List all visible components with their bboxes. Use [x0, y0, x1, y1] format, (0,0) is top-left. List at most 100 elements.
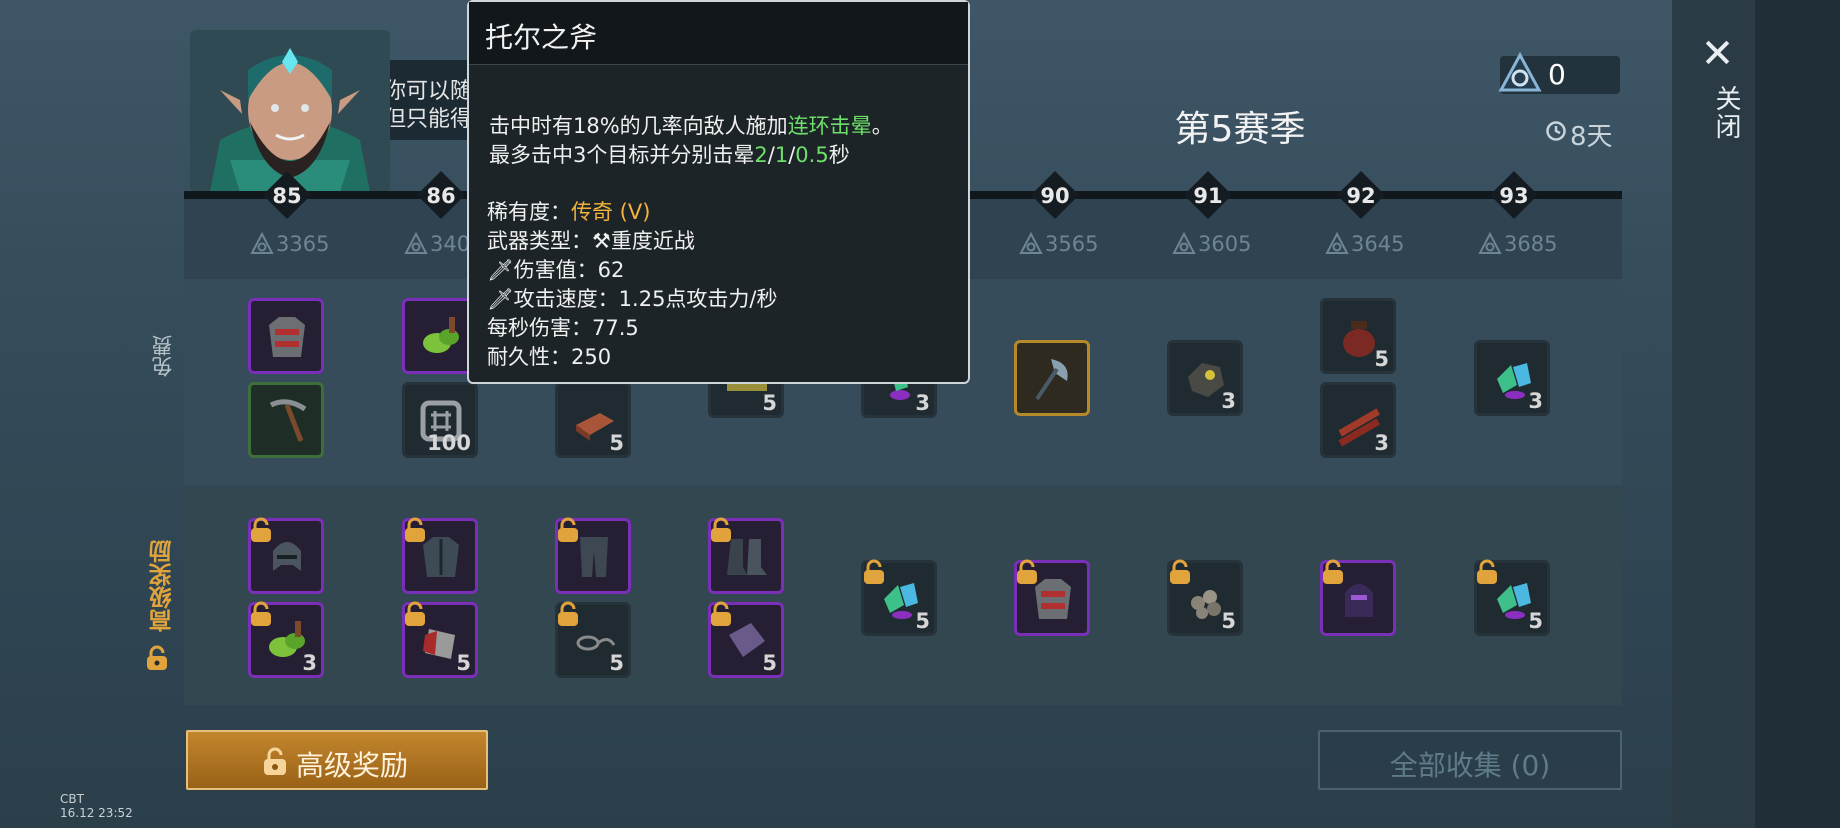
- tooltip-rarity: 稀有度：传奇 (V): [487, 196, 650, 226]
- free-row-label: 免费: [151, 335, 175, 377]
- premium-button-label: 高级奖励: [296, 749, 409, 782]
- level-cost: 3365: [276, 232, 330, 256]
- durability-value: 250: [571, 345, 612, 369]
- lock-icon: [556, 517, 580, 543]
- reward-slot[interactable]: 5: [555, 601, 631, 678]
- reward-slot[interactable]: 3: [1320, 382, 1396, 458]
- reward-slot[interactable]: 5: [708, 601, 784, 678]
- stun-duration-3: 0.5: [795, 143, 829, 167]
- reward-slot[interactable]: 3: [248, 601, 324, 678]
- hammer-icon: ⚒: [592, 229, 611, 253]
- reward-slot[interactable]: [1014, 559, 1090, 636]
- item-quantity: 5: [609, 651, 624, 675]
- item-quantity: 3: [302, 651, 317, 675]
- season-token-icon: [1172, 231, 1196, 256]
- item-quantity: 3: [1528, 389, 1543, 413]
- reward-slot[interactable]: 100: [402, 382, 478, 458]
- reward-slot[interactable]: [248, 517, 324, 594]
- unlock-icon: [262, 747, 288, 777]
- season-token-icon: [1478, 231, 1502, 256]
- weapon-type-value: 重度近战: [610, 229, 695, 253]
- item-quantity: 5: [1528, 609, 1543, 633]
- level-cost: 3645: [1351, 232, 1405, 256]
- level-number: 85: [272, 184, 302, 208]
- lock-icon: [709, 517, 733, 543]
- lock-icon: [249, 601, 273, 627]
- premium-row-label: 高级奖励: [150, 540, 176, 632]
- build-timestamp: 16.12 23:52: [60, 806, 133, 820]
- level-number: 90: [1040, 184, 1070, 208]
- herb-icon: [415, 311, 467, 367]
- season-token-icon: [1019, 231, 1043, 256]
- durability-label: 耐久性：: [487, 345, 571, 369]
- rarity-value: 传奇 (V): [571, 200, 651, 224]
- close-label: 关闭: [1711, 85, 1741, 141]
- chest-armor-icon: [261, 311, 313, 367]
- reward-slot[interactable]: [248, 298, 324, 374]
- item-quantity: 3: [915, 391, 930, 415]
- attack-speed-value: 1.25点攻击力/秒: [618, 287, 778, 311]
- attack-speed-icon: 🗡: [487, 287, 514, 311]
- stun-duration-2: 1: [774, 143, 789, 167]
- unlock-premium-button[interactable]: 高级奖励: [186, 730, 488, 790]
- reward-slot[interactable]: [708, 517, 784, 594]
- item-quantity: 5: [762, 651, 777, 675]
- reward-slot[interactable]: [402, 517, 478, 594]
- desc-text: 最多击中3个目标并分别击晕: [489, 143, 755, 167]
- reward-slot[interactable]: 3: [1167, 340, 1243, 416]
- level-number: 86: [426, 184, 456, 208]
- reward-slot[interactable]: 5: [555, 382, 631, 458]
- item-quantity: 5: [456, 651, 471, 675]
- lock-icon: [862, 559, 886, 585]
- attack-speed-label: 攻击速度：: [513, 287, 619, 311]
- tooltip-damage: 🗡伤害值：62: [487, 254, 624, 284]
- lock-icon: [1168, 559, 1192, 585]
- desc-text: 击中时有18%的几率向敌人施加: [489, 114, 788, 138]
- desc-punct: 。: [871, 114, 893, 138]
- close-button[interactable]: ✕ 关闭: [1690, 30, 1745, 160]
- level-number: 93: [1499, 184, 1529, 208]
- damage-label: 伤害值：: [513, 258, 598, 282]
- season-token-icon: [1498, 51, 1542, 96]
- lock-icon: [403, 517, 427, 543]
- lock-icon: [709, 601, 733, 627]
- tooltip-dps: 每秒伤害：77.5: [487, 312, 639, 342]
- tooltip-weapon-type: 武器类型：⚒重度近战: [487, 225, 695, 255]
- collect-all-label: 全部收集 (0): [1389, 749, 1551, 782]
- season-token-icon: [1325, 231, 1349, 256]
- tooltip-title: 托尔之斧: [485, 21, 598, 54]
- lock-icon: [556, 601, 580, 627]
- desc-slash: /: [767, 143, 775, 167]
- reward-slot[interactable]: 5: [402, 601, 478, 678]
- build-line-1: CBT: [60, 792, 84, 806]
- level-number: 92: [1346, 184, 1376, 208]
- reward-slot[interactable]: 5: [1320, 298, 1396, 374]
- dps-value: 77.5: [592, 316, 639, 340]
- lock-icon: [1321, 559, 1345, 585]
- tooltip-description-line-1: 击中时有18%的几率向敌人施加连环击晕。: [489, 110, 893, 140]
- reward-slot[interactable]: 5: [1167, 559, 1243, 636]
- reward-slot[interactable]: [1320, 559, 1396, 636]
- level-cost: 3685: [1504, 232, 1558, 256]
- speech-line-1: 你可以随: [384, 79, 473, 104]
- item-quantity: 5: [1221, 609, 1236, 633]
- lock-icon: [1475, 559, 1499, 585]
- lock-icon: [1015, 559, 1039, 585]
- token-count: 0: [1548, 58, 1566, 91]
- collect-all-button[interactable]: 全部收集 (0): [1318, 730, 1622, 790]
- lock-icon: [145, 645, 169, 671]
- reward-slot[interactable]: [1014, 340, 1090, 416]
- reward-slot[interactable]: 5: [1474, 559, 1550, 636]
- item-quantity: 5: [1374, 347, 1389, 371]
- item-quantity: 5: [762, 391, 777, 415]
- reward-slot[interactable]: 5: [861, 559, 937, 636]
- item-quantity: 100: [427, 431, 471, 455]
- right-edge: [1755, 0, 1840, 828]
- weapon-type-label: 武器类型：: [487, 229, 592, 253]
- season-token-icon: [404, 231, 428, 256]
- reward-slot[interactable]: [555, 517, 631, 594]
- reward-slot[interactable]: 3: [1474, 340, 1550, 416]
- tooltip-durability: 耐久性：250: [487, 341, 611, 371]
- reward-slot[interactable]: [248, 382, 324, 458]
- item-tooltip: 托尔之斧 击中时有18%的几率向敌人施加连环击晕。 最多击中3个目标并分别击晕 2…: [467, 0, 970, 384]
